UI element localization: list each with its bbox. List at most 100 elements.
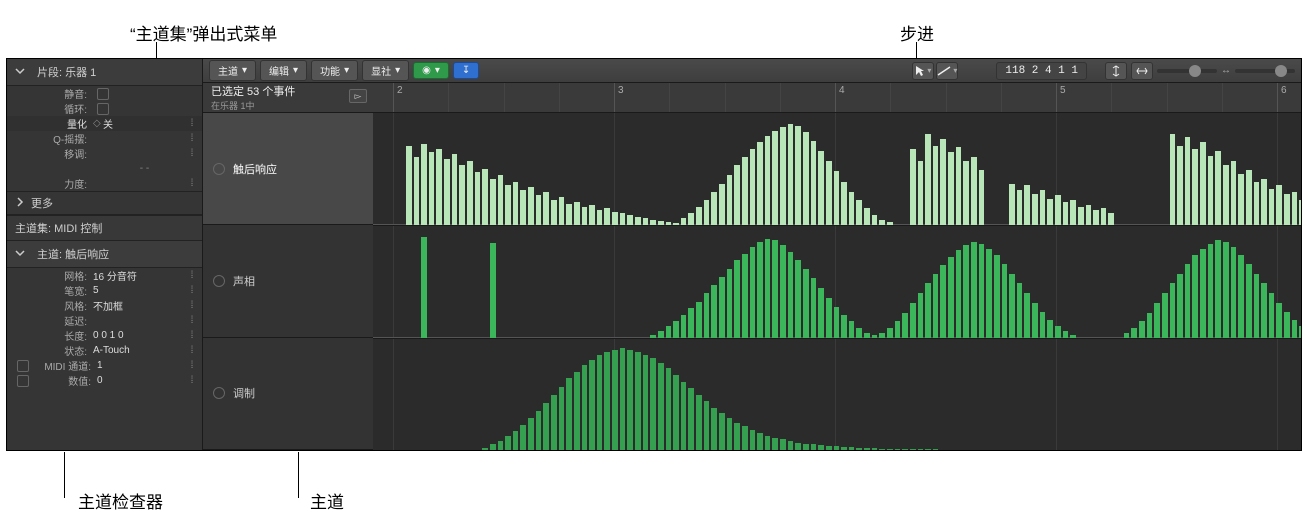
view-menu-button[interactable]: 显社▾	[362, 60, 409, 81]
step-event[interactable]	[604, 208, 610, 225]
loop-checkbox[interactable]	[97, 103, 109, 115]
step-event[interactable]	[1208, 156, 1214, 225]
quantize-value[interactable]: 关	[103, 116, 188, 131]
step-event[interactable]	[1086, 205, 1092, 225]
step-event[interactable]	[772, 240, 778, 338]
step-event[interactable]	[696, 302, 702, 338]
step-event[interactable]	[1223, 165, 1229, 225]
step-event[interactable]	[620, 348, 626, 450]
step-event[interactable]	[1299, 200, 1301, 225]
step-event[interactable]	[627, 350, 633, 450]
step-event[interactable]	[1246, 170, 1252, 225]
step-event[interactable]	[795, 260, 801, 338]
step-event[interactable]	[1170, 283, 1176, 338]
step-event[interactable]	[1254, 182, 1260, 225]
step-event[interactable]	[513, 182, 519, 225]
step-event[interactable]	[780, 439, 786, 450]
stepper-icon[interactable]: ⁞	[188, 133, 196, 144]
step-event[interactable]	[856, 448, 862, 450]
step-event[interactable]	[788, 252, 794, 338]
step-event[interactable]	[1047, 199, 1053, 225]
step-event[interactable]	[788, 441, 794, 450]
step-event[interactable]	[1208, 244, 1214, 338]
step-event[interactable]	[429, 152, 435, 225]
grid-value[interactable]: 16 分音符	[93, 268, 188, 283]
step-event[interactable]	[940, 139, 946, 225]
step-event[interactable]	[979, 170, 985, 225]
delay-row[interactable]: 延迟:⁞	[7, 313, 202, 328]
step-event[interactable]	[933, 146, 939, 225]
step-event[interactable]	[803, 444, 809, 450]
step-event[interactable]	[772, 131, 778, 225]
step-event[interactable]	[414, 157, 420, 225]
step-event[interactable]	[1261, 283, 1267, 338]
lane-enable-dot[interactable]	[213, 163, 225, 175]
step-event[interactable]	[1177, 274, 1183, 338]
step-event[interactable]	[879, 220, 885, 225]
step-event[interactable]	[505, 436, 511, 450]
step-event[interactable]	[795, 443, 801, 450]
line-tool[interactable]: ▾	[936, 62, 958, 80]
step-event[interactable]	[765, 136, 771, 225]
step-event[interactable]	[528, 418, 534, 450]
step-event[interactable]	[742, 157, 748, 225]
step-event[interactable]	[498, 441, 504, 450]
step-event[interactable]	[1024, 185, 1030, 225]
step-event[interactable]	[1185, 137, 1191, 225]
step-event[interactable]	[666, 368, 672, 450]
step-event[interactable]	[925, 283, 931, 338]
step-event[interactable]	[925, 449, 931, 450]
step-event[interactable]	[1154, 303, 1160, 338]
step-event[interactable]	[566, 204, 572, 225]
step-event[interactable]	[574, 372, 580, 450]
step-event[interactable]	[711, 285, 717, 338]
step-event[interactable]	[436, 149, 442, 225]
step-event[interactable]	[918, 449, 924, 450]
step-event[interactable]	[780, 245, 786, 338]
step-event[interactable]	[604, 352, 610, 450]
penwidth-row[interactable]: 笔宽:5⁞	[7, 283, 202, 298]
step-event[interactable]	[704, 401, 710, 450]
step-event[interactable]	[841, 315, 847, 338]
step-event[interactable]	[811, 278, 817, 338]
step-event[interactable]	[475, 172, 481, 225]
step-event[interactable]	[1009, 184, 1015, 225]
step-event[interactable]	[1231, 247, 1237, 338]
transpose-row[interactable]: 移调:⁞	[7, 146, 202, 161]
step-event[interactable]	[520, 425, 526, 450]
midi-in-button[interactable]: ◉▾	[413, 62, 449, 79]
step-event[interactable]	[971, 242, 977, 338]
lane-header[interactable]: 调制	[203, 338, 373, 450]
step-event[interactable]	[1055, 326, 1061, 338]
step-event[interactable]	[856, 328, 862, 338]
step-event[interactable]	[856, 200, 862, 225]
step-event[interactable]	[536, 411, 542, 450]
midich-checkbox[interactable]	[17, 360, 29, 372]
number-value[interactable]: 0	[97, 375, 188, 386]
step-event[interactable]	[406, 146, 412, 225]
step-event[interactable]	[727, 269, 733, 338]
step-event[interactable]	[963, 245, 969, 338]
step-event[interactable]	[719, 277, 725, 338]
step-event[interactable]	[543, 192, 549, 225]
step-event[interactable]	[872, 448, 878, 450]
step-event[interactable]	[1215, 151, 1221, 225]
step-event[interactable]	[688, 213, 694, 225]
step-event[interactable]	[750, 430, 756, 450]
style-value[interactable]: 不加框	[93, 298, 188, 313]
step-event[interactable]	[750, 247, 756, 338]
step-event[interactable]	[734, 165, 740, 225]
step-event[interactable]	[1063, 331, 1069, 338]
mute-checkbox[interactable]	[97, 88, 109, 100]
step-event[interactable]	[1200, 249, 1206, 338]
step-event[interactable]	[673, 321, 679, 338]
step-event[interactable]	[933, 274, 939, 338]
stepper-icon[interactable]: ⁞	[188, 285, 196, 296]
step-event[interactable]	[650, 220, 656, 225]
step-event[interactable]	[780, 127, 786, 225]
region-inspector-header[interactable]: 片段: 乐器 1	[7, 59, 202, 86]
step-event[interactable]	[627, 215, 633, 225]
step-event[interactable]	[734, 260, 740, 338]
midich-value[interactable]: 1	[97, 360, 188, 371]
velocity-row[interactable]: 力度:⁞	[7, 176, 202, 191]
